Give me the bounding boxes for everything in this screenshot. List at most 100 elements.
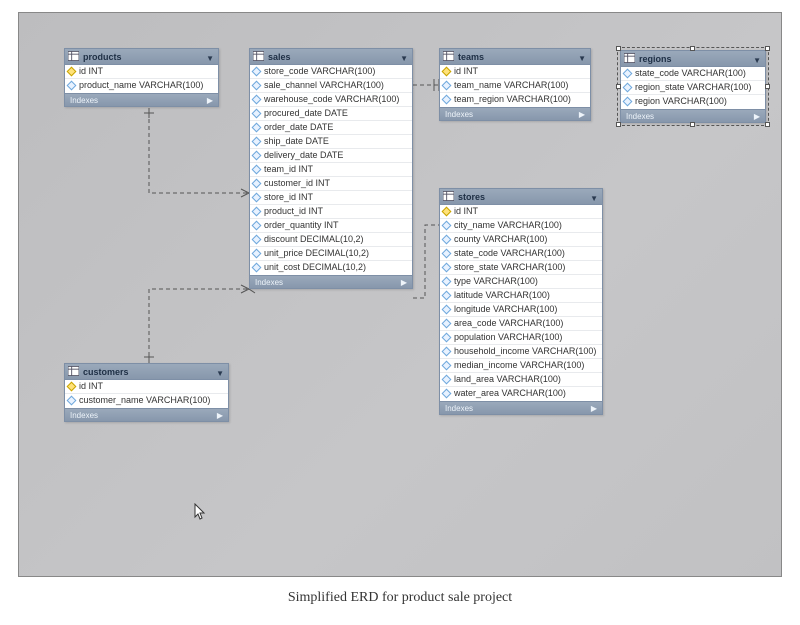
- column-row[interactable]: land_area VARCHAR(100): [440, 373, 602, 387]
- column-text: procured_date DATE: [264, 108, 348, 118]
- column-row[interactable]: store_code VARCHAR(100): [250, 65, 412, 79]
- diamond-icon: [443, 348, 450, 355]
- column-row[interactable]: id INT: [65, 380, 228, 394]
- column-row[interactable]: longitude VARCHAR(100): [440, 303, 602, 317]
- entity-header[interactable]: regions ▼: [621, 51, 765, 67]
- entity-stores[interactable]: stores ▼ id INT city_name VARCHAR(100) c…: [439, 188, 603, 415]
- expand-icon[interactable]: ▶: [401, 278, 407, 287]
- column-row[interactable]: team_name VARCHAR(100): [440, 79, 590, 93]
- column-row[interactable]: state_code VARCHAR(100): [621, 67, 765, 81]
- entity-footer[interactable]: Indexes▶: [440, 401, 602, 414]
- column-row[interactable]: store_state VARCHAR(100): [440, 261, 602, 275]
- expand-icon[interactable]: ▶: [591, 404, 597, 413]
- column-row[interactable]: unit_cost DECIMAL(10,2): [250, 261, 412, 275]
- column-row[interactable]: area_code VARCHAR(100): [440, 317, 602, 331]
- column-row[interactable]: type VARCHAR(100): [440, 275, 602, 289]
- column-row[interactable]: store_id INT: [250, 191, 412, 205]
- collapse-icon[interactable]: ▼: [578, 53, 586, 65]
- column-row[interactable]: household_income VARCHAR(100): [440, 345, 602, 359]
- collapse-icon[interactable]: ▼: [753, 55, 761, 67]
- cursor-pointer-icon: [194, 503, 208, 521]
- selection-handle[interactable]: [616, 122, 621, 127]
- column-text: sale_channel VARCHAR(100): [264, 80, 384, 90]
- collapse-icon[interactable]: ▼: [216, 368, 224, 380]
- column-text: land_area VARCHAR(100): [454, 374, 561, 384]
- column-row[interactable]: id INT: [440, 65, 590, 79]
- column-row[interactable]: unit_price DECIMAL(10,2): [250, 247, 412, 261]
- column-row[interactable]: team_region VARCHAR(100): [440, 93, 590, 107]
- column-row[interactable]: id INT: [65, 65, 218, 79]
- column-row[interactable]: customer_id INT: [250, 177, 412, 191]
- column-row[interactable]: order_date DATE: [250, 121, 412, 135]
- entity-footer[interactable]: Indexes ▶: [250, 275, 412, 288]
- entity-customers[interactable]: customers ▼ id INT customer_name VARCHAR…: [64, 363, 229, 422]
- column-row[interactable]: warehouse_code VARCHAR(100): [250, 93, 412, 107]
- column-row[interactable]: order_quantity INT: [250, 219, 412, 233]
- column-row[interactable]: sale_channel VARCHAR(100): [250, 79, 412, 93]
- expand-icon[interactable]: ▶: [579, 110, 585, 119]
- column-row[interactable]: id INT: [440, 205, 602, 219]
- column-row[interactable]: median_income VARCHAR(100): [440, 359, 602, 373]
- erd-canvas[interactable]: products ▼ id INT product_name VARCHAR(1…: [18, 12, 782, 577]
- column-row[interactable]: region VARCHAR(100): [621, 95, 765, 109]
- collapse-icon[interactable]: ▼: [590, 193, 598, 205]
- column-text: region_state VARCHAR(100): [635, 82, 751, 92]
- entity-footer[interactable]: Indexes▶: [65, 408, 228, 421]
- entity-footer[interactable]: Indexes▶: [65, 93, 218, 106]
- figure-caption: Simplified ERD for product sale project: [0, 590, 800, 606]
- expand-icon[interactable]: ▶: [754, 112, 760, 121]
- entity-header[interactable]: customers ▼: [65, 364, 228, 380]
- selection-handle[interactable]: [765, 84, 770, 89]
- column-text: team_region VARCHAR(100): [454, 94, 571, 104]
- entity-header[interactable]: products ▼: [65, 49, 218, 65]
- selection-handle[interactable]: [690, 122, 695, 127]
- diamond-icon: [253, 124, 260, 131]
- column-row[interactable]: customer_name VARCHAR(100): [65, 394, 228, 408]
- entity-header[interactable]: sales ▼: [250, 49, 412, 65]
- entity-header[interactable]: teams ▼: [440, 49, 590, 65]
- column-text: type VARCHAR(100): [454, 276, 538, 286]
- column-row[interactable]: discount DECIMAL(10,2): [250, 233, 412, 247]
- entity-footer[interactable]: Indexes▶: [621, 109, 765, 122]
- column-row[interactable]: ship_date DATE: [250, 135, 412, 149]
- column-row[interactable]: city_name VARCHAR(100): [440, 219, 602, 233]
- entity-columns: id INT city_name VARCHAR(100) county VAR…: [440, 205, 602, 401]
- indexes-label: Indexes: [255, 278, 283, 287]
- column-row[interactable]: population VARCHAR(100): [440, 331, 602, 345]
- entity-products[interactable]: products ▼ id INT product_name VARCHAR(1…: [64, 48, 219, 107]
- column-text: ship_date DATE: [264, 136, 329, 146]
- diamond-icon: [443, 82, 450, 89]
- entity-columns: id INT product_name VARCHAR(100): [65, 65, 218, 93]
- diamond-icon: [253, 222, 260, 229]
- column-row[interactable]: county VARCHAR(100): [440, 233, 602, 247]
- column-text: delivery_date DATE: [264, 150, 343, 160]
- column-row[interactable]: latitude VARCHAR(100): [440, 289, 602, 303]
- column-text: unit_cost DECIMAL(10,2): [264, 262, 366, 272]
- expand-icon[interactable]: ▶: [217, 411, 223, 420]
- collapse-icon[interactable]: ▼: [400, 53, 408, 65]
- diamond-icon: [443, 96, 450, 103]
- column-row[interactable]: product_name VARCHAR(100): [65, 79, 218, 93]
- entity-teams[interactable]: teams ▼ id INT team_name VARCHAR(100) te…: [439, 48, 591, 121]
- entity-sales[interactable]: sales ▼ store_code VARCHAR(100) sale_cha…: [249, 48, 413, 289]
- entity-title: stores: [458, 192, 485, 202]
- selection-handle[interactable]: [765, 122, 770, 127]
- column-row[interactable]: water_area VARCHAR(100): [440, 387, 602, 401]
- column-text: city_name VARCHAR(100): [454, 220, 562, 230]
- column-row[interactable]: state_code VARCHAR(100): [440, 247, 602, 261]
- entity-footer[interactable]: Indexes▶: [440, 107, 590, 120]
- column-row[interactable]: delivery_date DATE: [250, 149, 412, 163]
- selection-handle[interactable]: [765, 46, 770, 51]
- column-row[interactable]: team_id INT: [250, 163, 412, 177]
- column-row[interactable]: procured_date DATE: [250, 107, 412, 121]
- entity-header[interactable]: stores ▼: [440, 189, 602, 205]
- entity-title: regions: [639, 54, 672, 64]
- column-row[interactable]: region_state VARCHAR(100): [621, 81, 765, 95]
- collapse-icon[interactable]: ▼: [206, 53, 214, 65]
- entity-title: sales: [268, 52, 291, 62]
- column-row[interactable]: product_id INT: [250, 205, 412, 219]
- table-icon: [68, 366, 79, 376]
- column-text: store_code VARCHAR(100): [264, 66, 375, 76]
- expand-icon[interactable]: ▶: [207, 96, 213, 105]
- entity-regions[interactable]: regions ▼ state_code VARCHAR(100) region…: [620, 50, 766, 123]
